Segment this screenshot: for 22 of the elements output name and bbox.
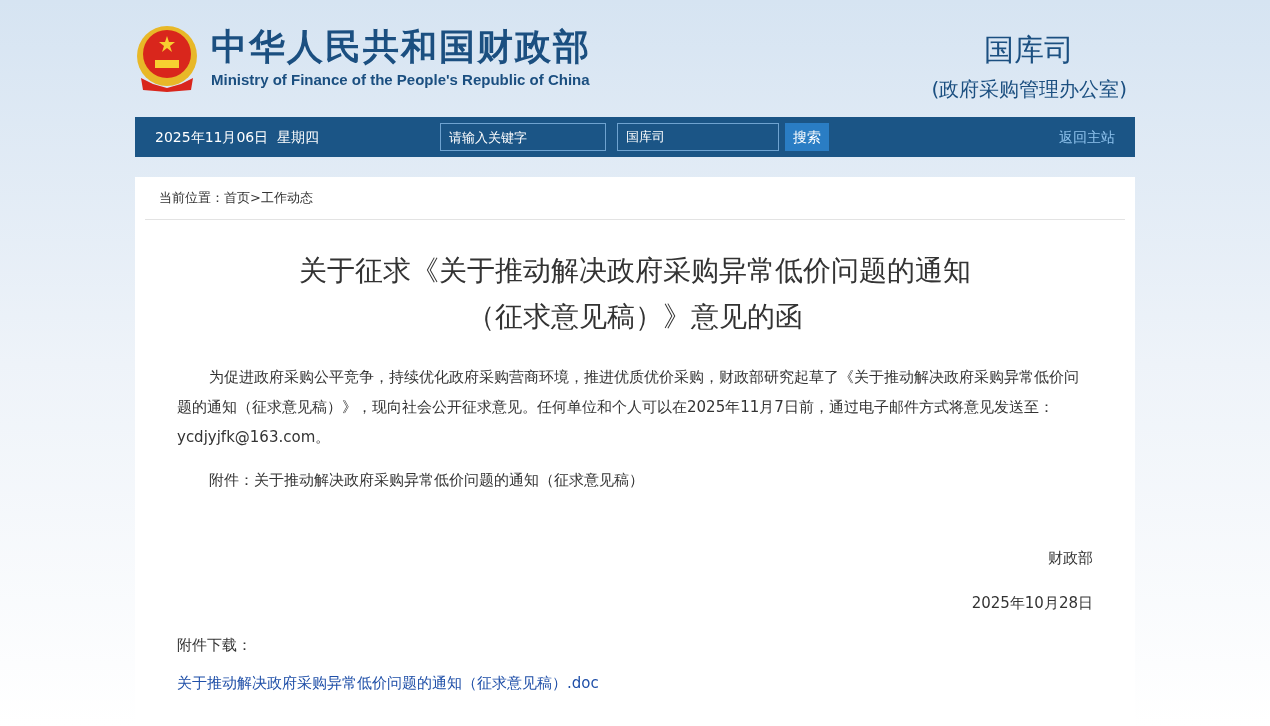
department-name: 国库司 — [984, 30, 1075, 69]
article-paragraph: 为促进政府采购公平竞争，持续优化政府采购营商环境，推进优质优价采购，财政部研究起草了《关于推动解决政府采购异常低价问题的通知（征求意见稿）》，现向社会公开征求意见。任何单位和个人可以在2025年11月7日前，通过电子邮件方式将意见发送至：ycdjyjfk@163.com。 — [177, 367, 1080, 448]
breadcrumb-link[interactable]: 首页 — [224, 188, 250, 208]
home-link[interactable]: 返回主站 — [1059, 126, 1115, 148]
site-title: 中华人民共和国财政部 — [211, 25, 591, 70]
emblem-icon — [135, 25, 199, 92]
search-button[interactable]: 搜索 — [785, 123, 829, 151]
article-paragraph: 附件：关于推动解决政府采购异常低价问题的通知（征求意见稿） — [208, 470, 645, 491]
signature: 财政部 — [1048, 548, 1093, 569]
search-field[interactable]: 请输入关键字 — [440, 123, 606, 151]
signature-date: 2025年10月28日 — [971, 593, 1093, 614]
article-title: （征求意见稿）》意见的函 — [467, 299, 803, 335]
breadcrumb-label: 当前位置： — [159, 189, 224, 208]
department-note: (政府采购管理办公室) — [931, 75, 1127, 103]
attachment-link[interactable]: 关于推动解决政府采购异常低价问题的通知（征求意见稿）.doc — [177, 668, 1093, 698]
greater-than-sign: > — [250, 189, 261, 208]
scope-field[interactable]: 国库司 — [617, 123, 779, 151]
date-text: 2025年11月06日 星期四 — [155, 127, 321, 147]
article-title: 关于征求《关于推动解决政府采购异常低价问题的通知 — [299, 253, 971, 289]
breadcrumb-link[interactable]: 工作动态 — [260, 188, 313, 208]
attachments-label: 附件下载： — [177, 635, 253, 656]
site-subtitle: Ministry of Finance of the People's Republic of China — [211, 70, 591, 91]
